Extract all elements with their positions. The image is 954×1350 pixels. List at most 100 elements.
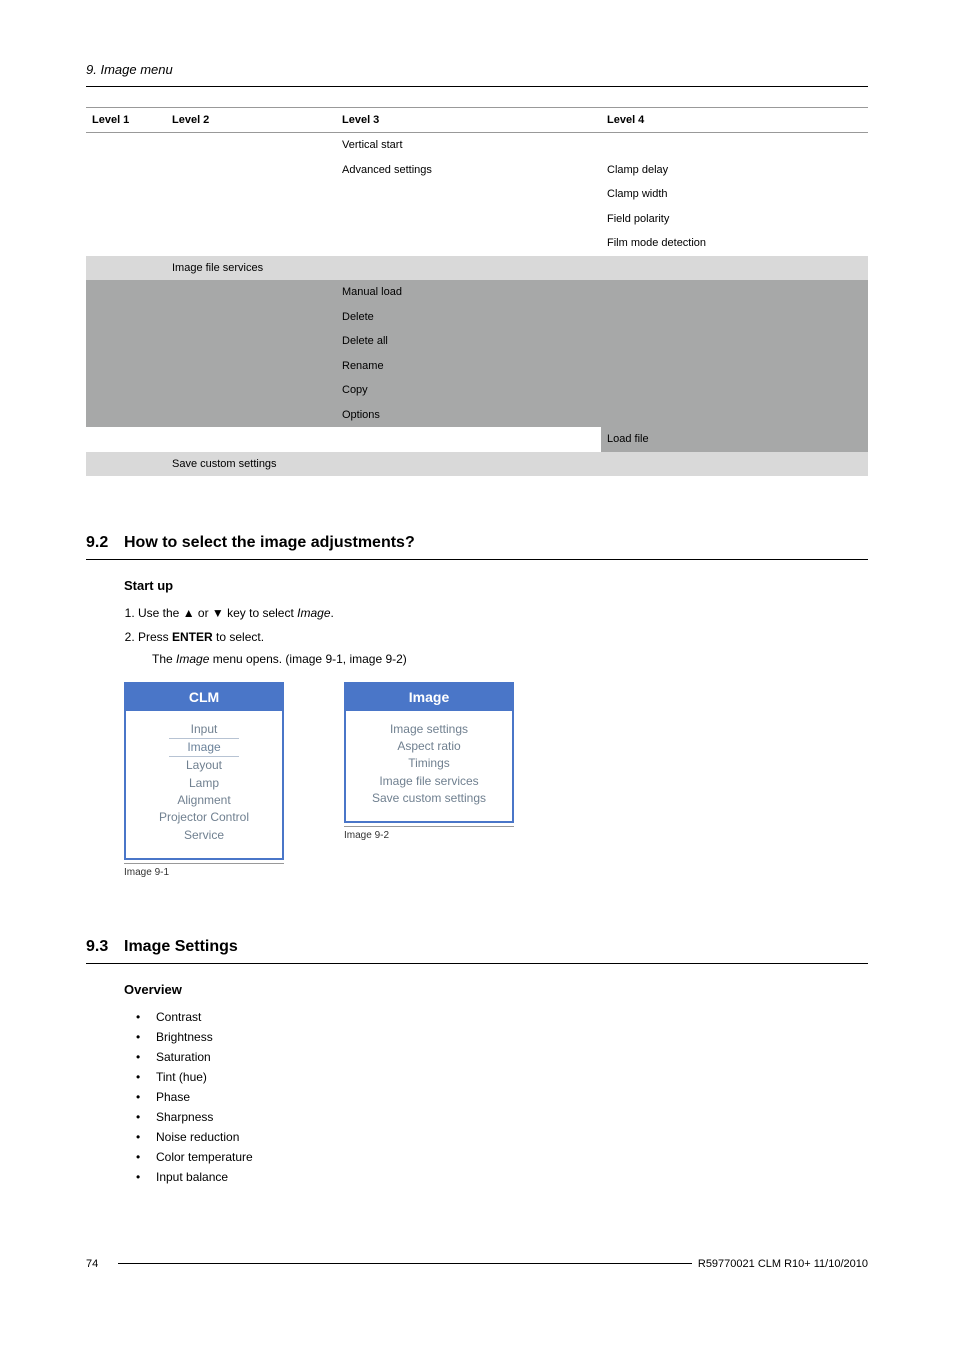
table-cell: Vertical start [336, 133, 601, 158]
table-cell [336, 452, 601, 477]
table-cell [86, 182, 166, 207]
table-cell [166, 207, 336, 232]
table-cell [601, 305, 868, 330]
table-cell [166, 133, 336, 158]
step1-text-a: Use the ▲ or ▼ key to select [138, 606, 297, 620]
th-level4: Level 4 [601, 107, 868, 133]
table-cell [86, 403, 166, 428]
table-cell [601, 378, 868, 403]
chapter-header: 9. Image menu [86, 60, 868, 87]
section-num: 9.3 [86, 935, 124, 959]
fig2-caption: Image 9-2 [344, 826, 514, 843]
table-cell [86, 256, 166, 281]
table-cell [336, 427, 601, 452]
fig1-item: Input [132, 721, 276, 738]
table-cell: Options [336, 403, 601, 428]
note-em: Image [176, 652, 209, 666]
level-table: Level 1 Level 2 Level 3 Level 4 Vertical… [86, 107, 868, 477]
overview-item: Contrast [136, 1008, 868, 1026]
table-cell: Clamp delay [601, 158, 868, 183]
th-level1: Level 1 [86, 107, 166, 133]
table-cell [86, 231, 166, 256]
table-cell: Load file [601, 427, 868, 452]
table-cell: Delete all [336, 329, 601, 354]
fig1-item: Projector Control [132, 809, 276, 826]
page-number: 74 [86, 1256, 112, 1273]
table-cell [601, 280, 868, 305]
table-cell [166, 305, 336, 330]
table-cell: Clamp width [601, 182, 868, 207]
page-footer: 74 R59770021 CLM R10+ 11/10/2010 [86, 1256, 868, 1273]
table-cell: Save custom settings [166, 452, 336, 477]
table-cell [86, 207, 166, 232]
table-cell [166, 329, 336, 354]
figure-9-1: CLM InputImageLayoutLampAlignmentProject… [124, 682, 284, 881]
overview-item: Color temperature [136, 1148, 868, 1166]
step2-enter: ENTER [172, 630, 213, 644]
fig1-body: InputImageLayoutLampAlignmentProjector C… [126, 711, 282, 859]
table-cell [601, 256, 868, 281]
overview-item: Sharpness [136, 1108, 868, 1126]
note-a: The [152, 652, 176, 666]
fig2-item: Image file services [352, 773, 506, 790]
th-level2: Level 2 [166, 107, 336, 133]
fig1-title: CLM [126, 684, 282, 711]
table-cell [336, 231, 601, 256]
step1-text-b: . [331, 606, 334, 620]
overview-item: Brightness [136, 1028, 868, 1046]
table-cell [166, 182, 336, 207]
table-cell [166, 427, 336, 452]
table-cell [601, 403, 868, 428]
fig2-item: Image settings [352, 721, 506, 738]
table-cell: Rename [336, 354, 601, 379]
step-2: Press ENTER to select. The Image menu op… [138, 628, 868, 668]
fig2-body: Image settingsAspect ratioTimingsImage f… [346, 711, 512, 822]
fig1-item: Layout [132, 757, 276, 774]
section-title: How to select the image adjustments? [124, 531, 415, 555]
table-cell [86, 378, 166, 403]
table-cell: Copy [336, 378, 601, 403]
table-cell: Delete [336, 305, 601, 330]
section-title: Image Settings [124, 935, 238, 959]
table-cell [166, 354, 336, 379]
table-cell: Field polarity [601, 207, 868, 232]
step2-note: The Image menu opens. (image 9-1, image … [152, 650, 868, 668]
overview-item: Noise reduction [136, 1128, 868, 1146]
subhead-startup: Start up [124, 576, 868, 596]
fig1-item: Image [169, 738, 238, 757]
fig1-caption: Image 9-1 [124, 863, 284, 880]
table-cell [86, 133, 166, 158]
figure-9-2: Image Image settingsAspect ratioTimingsI… [344, 682, 514, 844]
th-level3: Level 3 [336, 107, 601, 133]
table-cell [166, 378, 336, 403]
overview-list: ContrastBrightnessSaturationTint (hue)Ph… [136, 1008, 868, 1186]
table-cell [166, 231, 336, 256]
step1-em: Image [297, 606, 330, 620]
overview-item: Input balance [136, 1168, 868, 1186]
table-cell [601, 354, 868, 379]
table-cell [166, 158, 336, 183]
table-cell: Image file services [166, 256, 336, 281]
fig2-item: Timings [352, 755, 506, 772]
footer-doc: R59770021 CLM R10+ 11/10/2010 [698, 1256, 868, 1273]
steps-list: Use the ▲ or ▼ key to select Image. Pres… [124, 604, 868, 668]
note-b: menu opens. (image 9-1, image 9-2) [209, 652, 406, 666]
step-1: Use the ▲ or ▼ key to select Image. [138, 604, 868, 622]
fig1-item: Service [132, 827, 276, 844]
table-cell [336, 182, 601, 207]
table-cell [166, 403, 336, 428]
table-cell [336, 256, 601, 281]
table-cell: Film mode detection [601, 231, 868, 256]
overview-item: Tint (hue) [136, 1068, 868, 1086]
table-cell [336, 207, 601, 232]
footer-rule [118, 1263, 692, 1264]
table-cell [86, 305, 166, 330]
fig2-item: Save custom settings [352, 790, 506, 807]
table-cell [86, 280, 166, 305]
section-9-3: 9.3 Image Settings Overview Contrast Brig… [86, 935, 868, 1186]
subhead-overview: Overview [124, 980, 868, 1000]
overview-item: Saturation [136, 1048, 868, 1066]
table-cell [86, 158, 166, 183]
table-cell [166, 280, 336, 305]
fig1-item: Lamp [132, 775, 276, 792]
